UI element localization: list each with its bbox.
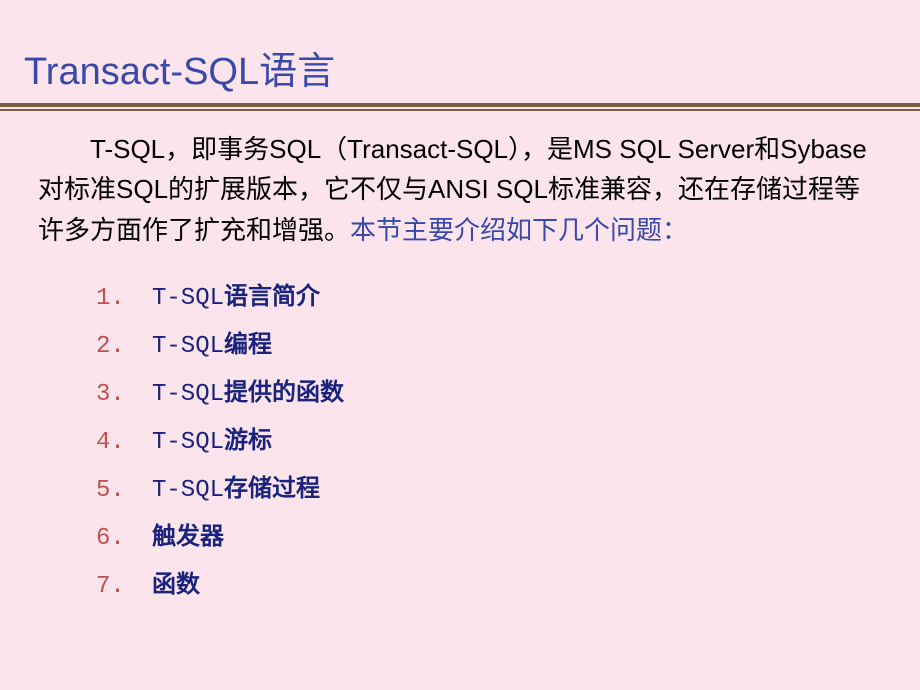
list-text-latin: T-SQL: [152, 477, 224, 504]
list-text-cjk: 触发器: [152, 525, 224, 552]
list-item: 5. T-SQL存储过程: [96, 468, 880, 504]
list-text-latin: T-SQL: [152, 285, 224, 312]
list-text-cjk: 存储过程: [224, 477, 320, 504]
list-item: 6. 触发器: [96, 516, 880, 552]
list-text-cjk: 函数: [152, 573, 200, 600]
list-number: 5.: [96, 477, 152, 504]
slide-container: Transact-SQL语言 T-SQL，即事务SQL（Transact-SQL…: [0, 0, 920, 690]
list-text-cjk: 游标: [224, 429, 272, 456]
intro-paragraph: T-SQL，即事务SQL（Transact-SQL），是MS SQL Serve…: [38, 129, 880, 250]
list-item: 7. 函数: [96, 564, 880, 600]
list-text-cjk: 提供的函数: [224, 381, 344, 408]
divider-thick: [0, 103, 920, 107]
slide-title: Transact-SQL语言: [0, 40, 920, 95]
list-text-latin: T-SQL: [152, 333, 224, 360]
list-item: 3. T-SQL提供的函数: [96, 372, 880, 408]
divider-thin: [0, 109, 920, 111]
list-number: 6.: [96, 525, 152, 552]
list-text-latin: T-SQL: [152, 429, 224, 456]
paragraph-highlight-text: 本节主要介绍如下几个问题：: [350, 215, 688, 245]
list-text-latin: T-SQL: [152, 381, 224, 408]
list-item: 2. T-SQL编程: [96, 324, 880, 360]
list-item: 1. T-SQL语言简介: [96, 276, 880, 312]
list-text: 触发器: [152, 516, 224, 552]
list-text: T-SQL存储过程: [152, 468, 320, 504]
list-number: 1.: [96, 285, 152, 312]
slide-content: T-SQL，即事务SQL（Transact-SQL），是MS SQL Serve…: [0, 129, 920, 600]
list-number: 3.: [96, 381, 152, 408]
list-text: T-SQL游标: [152, 420, 272, 456]
list-text: T-SQL语言简介: [152, 276, 320, 312]
list-text: T-SQL提供的函数: [152, 372, 344, 408]
list-text: 函数: [152, 564, 200, 600]
list-number: 4.: [96, 429, 152, 456]
list-text-cjk: 编程: [224, 333, 272, 360]
list-number: 2.: [96, 333, 152, 360]
title-divider: [0, 103, 920, 111]
list-text-cjk: 语言简介: [224, 285, 320, 312]
list-number: 7.: [96, 573, 152, 600]
topic-list: 1. T-SQL语言简介 2. T-SQL编程 3. T-SQL提供的函数 4.…: [38, 276, 880, 600]
list-text: T-SQL编程: [152, 324, 272, 360]
list-item: 4. T-SQL游标: [96, 420, 880, 456]
